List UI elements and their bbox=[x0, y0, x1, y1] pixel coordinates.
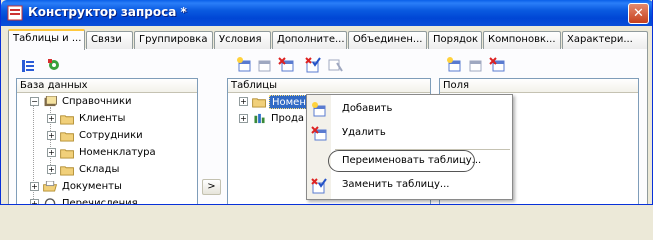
delete-table-icon[interactable] bbox=[278, 57, 294, 73]
expand-icon[interactable]: + bbox=[30, 182, 39, 191]
menu-label: Заменить таблицу... bbox=[342, 179, 450, 190]
tree-label: Сотрудники bbox=[79, 130, 143, 141]
replace-table-icon bbox=[311, 178, 327, 194]
title-bar[interactable]: Конструктор запроса * ✕ bbox=[1, 0, 652, 26]
tab-label: Характери... bbox=[567, 34, 633, 45]
menu-item-add[interactable]: Добавить bbox=[307, 99, 512, 121]
tab-unions[interactable]: Объединен... bbox=[348, 31, 427, 49]
tree-label: Справочники bbox=[62, 96, 132, 107]
edit-table-icon[interactable] bbox=[256, 57, 272, 73]
replace-table-icon[interactable] bbox=[305, 57, 321, 73]
database-tree-panel: База данных − Справочники + Клиенты + Со… bbox=[16, 78, 198, 205]
tree-label: Склады bbox=[79, 164, 120, 175]
menu-label: Добавить bbox=[342, 103, 393, 114]
menu-item-delete[interactable]: Удалить bbox=[307, 123, 512, 145]
tree-label: Номенклатура bbox=[79, 147, 156, 158]
collapse-icon[interactable]: − bbox=[30, 97, 39, 106]
tab-strip: Таблицы и ... Связи Группировка Условия … bbox=[8, 29, 648, 50]
folder-icon bbox=[60, 115, 74, 125]
rename-highlight-outline bbox=[328, 150, 475, 172]
tab-additional[interactable]: Дополните... bbox=[272, 31, 347, 49]
tree-node-warehouses[interactable]: + Склады bbox=[44, 162, 194, 178]
expand-icon[interactable]: + bbox=[30, 199, 39, 204]
tab-order[interactable]: Порядок bbox=[428, 31, 482, 49]
folder-icon bbox=[60, 149, 74, 159]
tab-label: Таблицы и ... bbox=[13, 33, 82, 44]
tab-label: Объединен... bbox=[353, 34, 423, 45]
folder-icon bbox=[60, 132, 74, 142]
tree-label: Клиенты bbox=[79, 113, 126, 124]
tab-label: Дополните... bbox=[277, 34, 345, 45]
tree-node-documents[interactable]: + Документы bbox=[27, 179, 197, 195]
close-button[interactable]: ✕ bbox=[628, 3, 649, 24]
expand-icon[interactable]: + bbox=[47, 114, 56, 123]
tab-label: Группировка bbox=[139, 34, 208, 45]
tree-node-catalogs[interactable]: − Справочники bbox=[27, 94, 197, 110]
tab-composition[interactable]: Компоновк... bbox=[483, 31, 561, 49]
menu-item-replace-table[interactable]: Заменить таблицу... bbox=[307, 175, 512, 197]
close-icon: ✕ bbox=[633, 6, 644, 21]
arrow-right-icon: > bbox=[207, 181, 216, 192]
query-designer-window: Конструктор запроса * ✕ Таблицы и ... Св… bbox=[0, 0, 653, 205]
add-table-icon[interactable] bbox=[236, 57, 252, 73]
tree-label: Документы bbox=[62, 181, 122, 192]
tables-panel-header: Таблицы bbox=[228, 79, 430, 93]
add-table-icon bbox=[312, 102, 326, 117]
query-options-icon[interactable] bbox=[46, 57, 62, 73]
context-menu: Добавить Удалить Переименовать таблицу..… bbox=[306, 94, 513, 200]
documents-icon bbox=[43, 181, 58, 192]
delete-field-icon[interactable] bbox=[489, 57, 505, 73]
tab-label: Компоновк... bbox=[488, 34, 556, 45]
tab-characteristics[interactable]: Характери... bbox=[562, 31, 648, 49]
edit-field-icon[interactable] bbox=[467, 57, 483, 73]
expand-icon[interactable]: + bbox=[239, 114, 248, 123]
expand-icon[interactable]: + bbox=[239, 97, 248, 106]
tree-label: Перечисления bbox=[62, 198, 138, 205]
collapse-tree-icon[interactable] bbox=[20, 58, 36, 74]
tree-label-selected: Номен bbox=[269, 95, 309, 109]
tab-conditions[interactable]: Условия bbox=[214, 31, 271, 49]
catalogs-icon bbox=[44, 96, 57, 107]
expand-icon[interactable]: + bbox=[47, 165, 56, 174]
tree-label: Прода bbox=[271, 113, 305, 124]
tree-node-enumerations[interactable]: + Перечисления bbox=[27, 196, 197, 205]
fields-panel-header: Поля bbox=[440, 79, 638, 93]
tab-links[interactable]: Связи bbox=[86, 31, 133, 49]
menu-label: Удалить bbox=[342, 127, 386, 138]
add-field-icon[interactable] bbox=[446, 57, 462, 73]
tab-label: Порядок bbox=[433, 34, 479, 45]
tab-tables-and-fields[interactable]: Таблицы и ... bbox=[8, 29, 85, 50]
window-title: Конструктор запроса * bbox=[28, 5, 187, 19]
tree-node-nomenclature[interactable]: + Номенклатура bbox=[44, 145, 194, 161]
tab-label: Условия bbox=[219, 34, 262, 45]
tab-label: Связи bbox=[91, 34, 122, 45]
expand-icon[interactable]: + bbox=[47, 148, 56, 157]
register-icon bbox=[254, 113, 265, 124]
delete-table-icon bbox=[311, 126, 327, 141]
table-icon bbox=[252, 98, 266, 108]
expand-icon[interactable]: + bbox=[47, 131, 56, 140]
move-to-tables-button[interactable]: > bbox=[202, 179, 221, 195]
enumerations-icon bbox=[44, 198, 56, 204]
folder-icon bbox=[60, 166, 74, 176]
tree-node-employees[interactable]: + Сотрудники bbox=[44, 128, 194, 144]
app-icon bbox=[7, 5, 23, 21]
tab-grouping[interactable]: Группировка bbox=[134, 31, 213, 49]
database-panel-header: База данных bbox=[17, 79, 197, 93]
tree-node-clients[interactable]: + Клиенты bbox=[44, 111, 194, 127]
table-properties-icon[interactable] bbox=[327, 57, 343, 73]
